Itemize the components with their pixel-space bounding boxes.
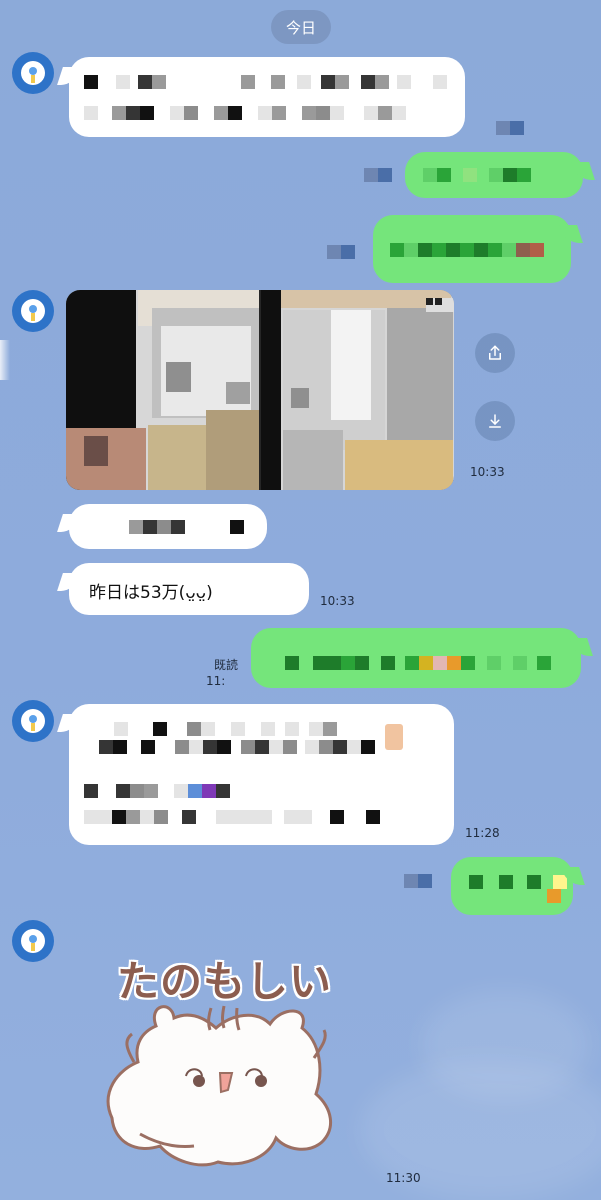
date-label: 今日 [285, 18, 316, 37]
pixelated-text-row [469, 875, 567, 889]
pixel-emoji [547, 889, 561, 903]
outgoing-message-bubble[interactable] [373, 215, 571, 283]
sender-avatar[interactable] [12, 920, 54, 962]
incoming-message-bubble[interactable] [69, 57, 465, 137]
sender-avatar[interactable] [12, 52, 54, 94]
message-text: 昨日は53万(ᴗ̤ᴗ̤) [89, 583, 213, 603]
pixelated-text-row [84, 784, 230, 798]
image-left-half [66, 290, 259, 490]
download-button[interactable] [475, 401, 515, 441]
background-cloud [420, 990, 590, 1100]
image-timestamp: 10:33 [470, 465, 505, 479]
share-button[interactable] [475, 333, 515, 373]
sticker-image[interactable] [100, 1000, 350, 1180]
bulb-avatar-icon [21, 61, 45, 85]
message-timestamp: 10:33 [320, 594, 355, 608]
pixelated-text-row [285, 656, 551, 670]
pixelated-text-row [114, 722, 337, 736]
date-pill: 今日 [271, 10, 331, 44]
read-receipt: 既読 [214, 658, 239, 672]
pixelated-timestamp [496, 121, 524, 135]
bulb-avatar-icon [21, 929, 45, 953]
incoming-text-message[interactable]: 昨日は53万(ᴗ̤ᴗ̤) [69, 563, 309, 615]
bulb-avatar-icon [21, 299, 45, 323]
download-icon [489, 414, 501, 428]
bulb-avatar-icon [21, 709, 45, 733]
sender-avatar[interactable] [12, 290, 54, 332]
side-arrow [0, 340, 10, 380]
hand-emoji [385, 724, 403, 750]
chat-screen: 今日 10:33 昨日は53万(ᴗ̤ᴗ̤) 10:33 既読 11: 11:28… [0, 0, 601, 1200]
pixelated-timestamp [327, 245, 355, 259]
outgoing-message-bubble[interactable] [405, 152, 583, 198]
pixelated-timestamp [404, 874, 432, 888]
share-icon [489, 345, 501, 360]
sender-avatar[interactable] [12, 700, 54, 742]
pixelated-text-row [99, 740, 375, 754]
incoming-message-bubble[interactable] [69, 704, 454, 845]
message-timestamp: 11:28 [465, 826, 500, 840]
pixelated-text-row [84, 106, 406, 120]
outgoing-message-bubble[interactable] [251, 628, 581, 688]
pixelated-text-row [423, 168, 531, 182]
image-right-half [261, 290, 454, 490]
incoming-message-bubble[interactable] [69, 504, 267, 549]
outgoing-timestamp: 11: [206, 674, 226, 688]
image-message[interactable] [66, 290, 454, 490]
pixelated-text-row [84, 810, 380, 824]
pixelated-timestamp [364, 168, 392, 182]
pixelated-text-row [390, 243, 544, 257]
sticker-timestamp: 11:30 [386, 1171, 421, 1185]
outgoing-message-bubble[interactable] [451, 857, 573, 915]
pixelated-text-row [84, 75, 447, 89]
pixelated-text-row [129, 520, 244, 534]
